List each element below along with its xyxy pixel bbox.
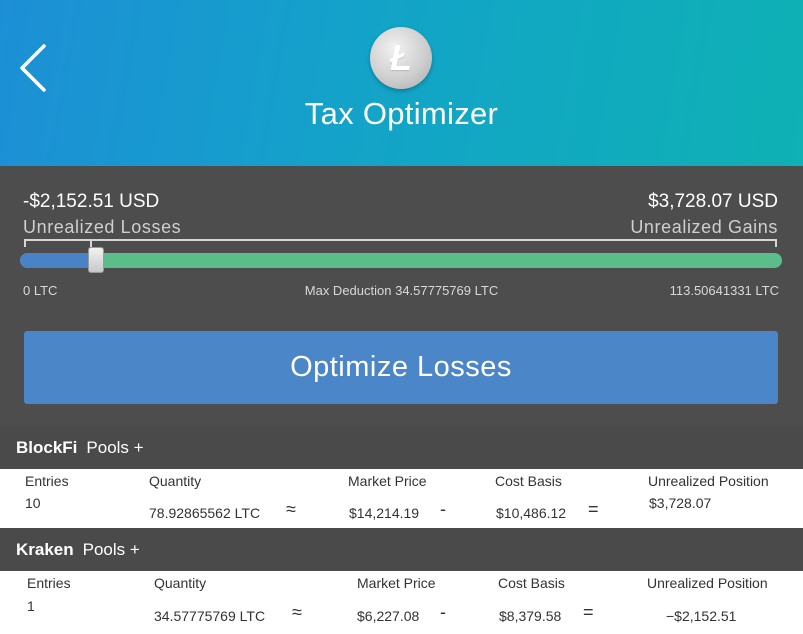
entries-header: Entries (25, 473, 69, 489)
pool-header: Kraken Pools + (0, 528, 803, 571)
pools-add-link[interactable]: Pools + (86, 438, 143, 458)
deduction-slider-thumb[interactable] (88, 247, 105, 273)
market-price-header: Market Price (348, 473, 427, 489)
litecoin-logo: Ł (370, 27, 432, 89)
unrealized-gains-value: $3,728.07 USD (648, 191, 778, 212)
page-title: Tax Optimizer (304, 96, 499, 131)
back-chevron-icon[interactable] (18, 42, 52, 94)
deduction-slider-fill (20, 253, 97, 268)
pool-name: BlockFi (16, 437, 78, 457)
quantity-value: 34.57775769 LTC (154, 608, 266, 624)
slider-max-label: 113.50641331 LTC (669, 283, 779, 298)
pool-row: Entries Quantity Market Price Cost Basis… (0, 469, 803, 528)
litecoin-logo-letter: Ł (390, 37, 412, 78)
market-price-value: $14,214.19 (349, 505, 420, 521)
pools-add-link[interactable]: Pools + (83, 540, 140, 560)
unrealized-losses-value: -$2,152.51 USD (23, 191, 160, 212)
pool-card-blockfi: BlockFi Pools + Entries Quantity Market … (0, 426, 803, 528)
market-price-value: $6,227.08 (357, 608, 420, 624)
entries-value: 10 (25, 495, 41, 511)
optimizer-panel: -$2,152.51 USD Unrealized Losses $3,728.… (0, 166, 803, 426)
cost-basis-header: Cost Basis (495, 473, 562, 489)
pool-row: Entries Quantity Market Price Cost Basis… (0, 571, 803, 634)
unrealized-position-header: Unrealized Position (647, 575, 768, 591)
cost-basis-header: Cost Basis (498, 575, 565, 591)
minus-operator: - (440, 602, 446, 622)
quantity-header: Quantity (154, 575, 207, 591)
cost-basis-value: $10,486.12 (496, 505, 567, 521)
header-banner: Ł Tax Optimizer (0, 0, 803, 166)
unrealized-gains-label: Unrealized Gains (630, 217, 778, 237)
equals-operator: = (588, 499, 599, 519)
entries-header: Entries (27, 575, 71, 591)
unrealized-position-value: −$2,152.51 (666, 608, 737, 624)
quantity-header: Quantity (149, 473, 202, 489)
deduction-slider-track[interactable] (20, 253, 782, 268)
quantity-value: 78.92865562 LTC (149, 505, 261, 521)
range-bracket-tick (90, 239, 92, 247)
equals-operator: = (583, 602, 594, 622)
minus-operator: - (440, 499, 446, 519)
cost-basis-value: $8,379.58 (499, 608, 562, 624)
unrealized-position-value: $3,728.07 (649, 495, 712, 511)
pool-card-kraken: Kraken Pools + Entries Quantity Market P… (0, 528, 803, 634)
unrealized-position-header: Unrealized Position (648, 473, 769, 489)
approx-operator: ≈ (286, 499, 296, 519)
entries-value: 1 (27, 598, 35, 614)
pool-header: BlockFi Pools + (0, 426, 803, 469)
approx-operator: ≈ (292, 602, 302, 622)
unrealized-losses-label: Unrealized Losses (23, 217, 182, 237)
market-price-header: Market Price (357, 575, 436, 591)
range-bracket (24, 239, 777, 247)
pool-name: Kraken (16, 539, 74, 559)
optimize-losses-button[interactable]: Optimize Losses (24, 331, 778, 404)
